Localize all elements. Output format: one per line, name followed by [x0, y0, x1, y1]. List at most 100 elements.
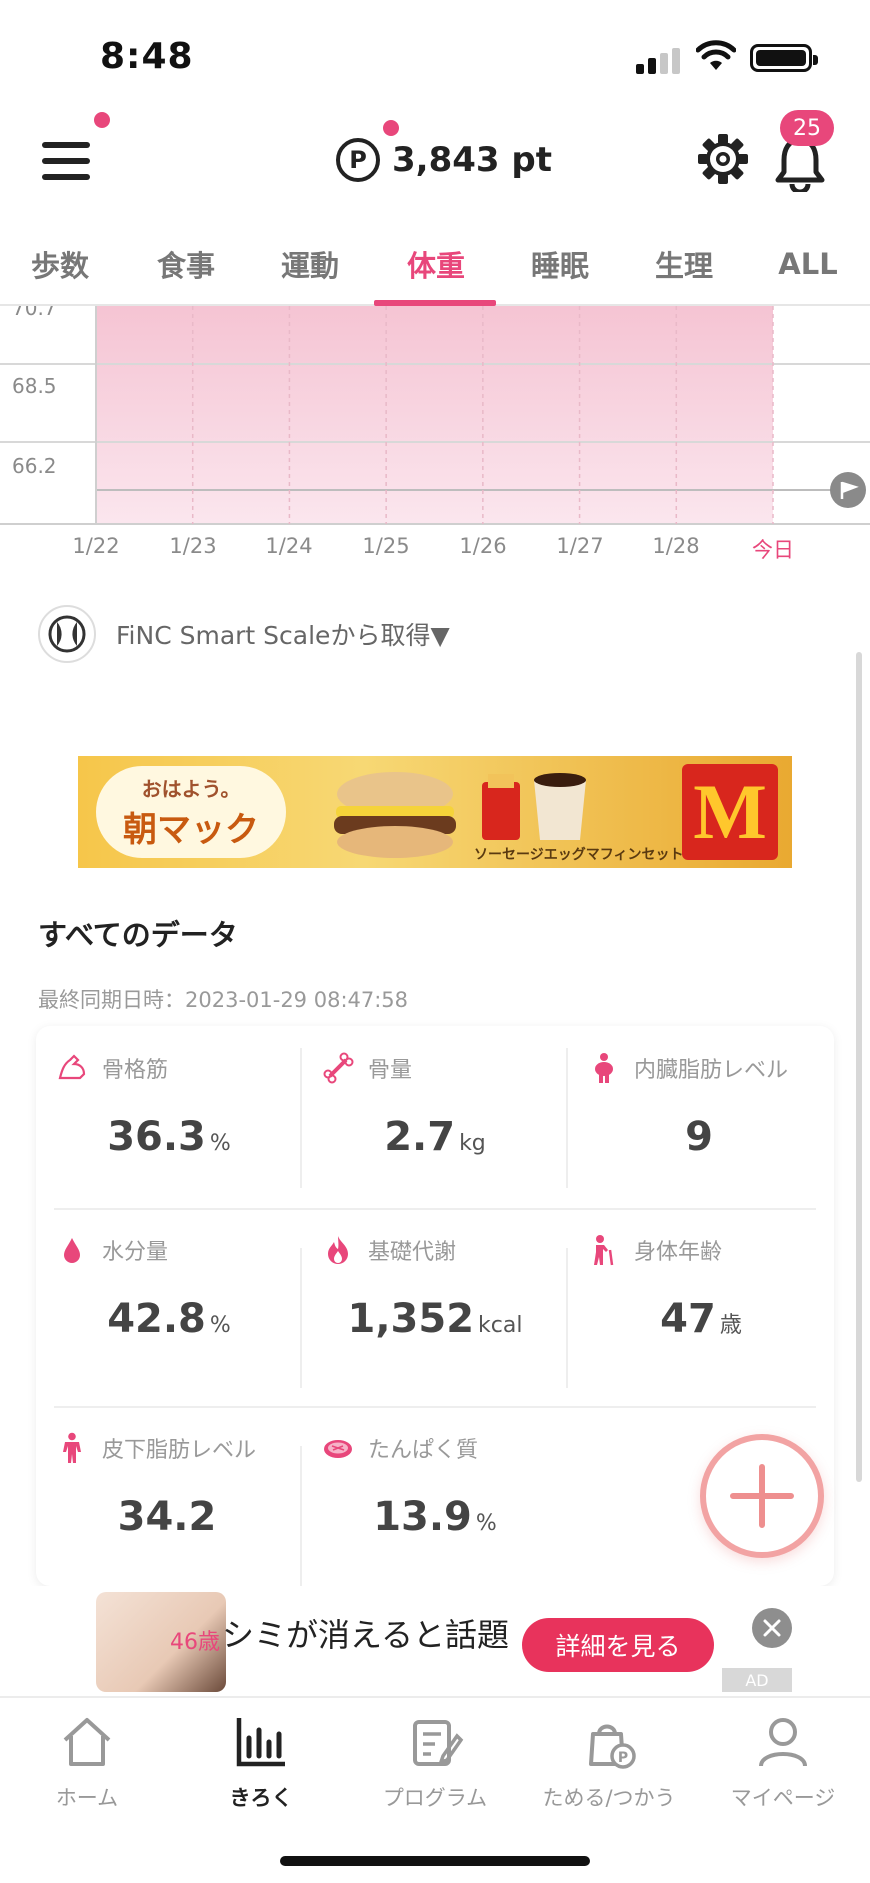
column-divider [300, 1248, 302, 1388]
nav-program[interactable]: プログラム [348, 1712, 522, 1822]
column-divider [566, 1248, 568, 1388]
gear-icon[interactable] [696, 132, 750, 186]
metric-label: 内臓脂肪レベル [634, 1058, 789, 1083]
y-tick-label: 68.5 [12, 374, 57, 398]
chart-highlight-area [96, 306, 773, 524]
data-source-selector[interactable]: FiNC Smart Scaleから取得▼ [38, 604, 450, 664]
column-divider [566, 1048, 568, 1188]
status-bar: 8:48 [0, 0, 870, 110]
nav-mypage[interactable]: マイページ [696, 1712, 870, 1822]
metric-body-age[interactable]: 身体年齢 47 歳 [568, 1208, 834, 1406]
ad-details-button[interactable]: 詳細を見る [522, 1618, 714, 1672]
chart-icon [236, 1718, 285, 1767]
ad-tag: AD [722, 1668, 792, 1692]
water-drop-icon [64, 1238, 80, 1263]
menu-notification-dot [94, 112, 110, 128]
ad-image: 46歳 [96, 1592, 226, 1692]
points-bag-icon: P [589, 1724, 636, 1769]
tab-period[interactable]: 生理 [622, 222, 746, 306]
goal-flag-icon [830, 472, 866, 508]
nav-label: マイページ [730, 1786, 836, 1810]
metric-value: 36.3 [107, 1114, 206, 1160]
ad-caption: ソーセージエッグマフィンセット [474, 847, 684, 863]
x-tick-label: 1/25 [362, 534, 410, 558]
metric-skeletal-muscle[interactable]: 骨格筋 36.3% [36, 1026, 302, 1224]
signal-icon [636, 48, 680, 74]
bone-icon [323, 1052, 354, 1084]
home-indicator [280, 1856, 590, 1866]
bottom-ad[interactable]: 46歳 シミが消えると話題 詳細を見る AD [0, 1586, 870, 1696]
tab-all[interactable]: ALL [746, 222, 870, 306]
steak-icon [324, 1440, 352, 1458]
metric-bmr[interactable]: 基礎代謝 1,352 kcal [302, 1208, 568, 1406]
ad-age-badge: 46歳 [170, 1630, 220, 1655]
section-title: すべてのデータ [38, 918, 238, 952]
notification-badge: 25 [780, 110, 834, 146]
metric-unit: 歳 [719, 1313, 742, 1338]
x-tick-label: 1/24 [265, 534, 313, 558]
metric-value: 42.8 [107, 1296, 206, 1342]
nav-label: きろく [229, 1786, 293, 1810]
metric-value: 47 [660, 1296, 716, 1342]
nav-label: ホーム [55, 1786, 119, 1810]
last-sync-time: 最終同期日時：2023-01-29 08:47:58 [38, 988, 409, 1012]
scrollbar[interactable] [856, 652, 862, 1482]
metric-label: 水分量 [102, 1240, 169, 1265]
metric-protein[interactable]: たんぱく質 13.9% [302, 1406, 568, 1604]
brand-logo: M [682, 764, 778, 860]
metric-label: 基礎代謝 [368, 1240, 457, 1265]
metric-label: 皮下脂肪レベル [102, 1438, 257, 1463]
tab-weight[interactable]: 体重 [374, 222, 498, 306]
program-icon [413, 1720, 464, 1766]
metric-value: 34.2 [117, 1494, 217, 1540]
nav-record[interactable]: きろく [174, 1712, 348, 1822]
column-divider [300, 1446, 302, 1586]
data-source-label: FiNC Smart Scaleから取得▼ [116, 621, 450, 650]
home-icon [63, 1718, 111, 1766]
person-icon [759, 1718, 807, 1767]
coffee-image [482, 773, 586, 840]
x-tick-label: 1/23 [169, 534, 217, 558]
tab-exercise[interactable]: 運動 [248, 222, 372, 306]
metric-subcutaneous-fat[interactable]: 皮下脂肪レベル 34.2 [36, 1406, 302, 1604]
visceral-fat-icon [595, 1053, 613, 1083]
tab-sleep[interactable]: 睡眠 [498, 222, 622, 306]
metric-label: 骨格筋 [102, 1058, 169, 1083]
x-tick-label: 1/27 [556, 534, 604, 558]
burger-image [334, 772, 456, 858]
tab-steps[interactable]: 歩数 [0, 222, 120, 306]
metric-value: 13.9 [373, 1494, 472, 1540]
points-value: 3,843 pt [392, 140, 552, 180]
x-tick-label: 1/28 [652, 534, 700, 558]
metric-label: 身体年齢 [634, 1240, 723, 1265]
flame-icon [328, 1236, 348, 1264]
metric-unit: kg [459, 1131, 486, 1156]
body-icon [63, 1432, 81, 1463]
metric-visceral-fat[interactable]: 内臓脂肪レベル 9 [568, 1026, 834, 1224]
category-tabs: 歩数 食事 運動 体重 睡眠 生理 ALL [0, 222, 870, 306]
ad-banner[interactable]: おはよう。 朝マック ソーセージエッグマフィンセット M [78, 756, 792, 868]
metric-value: 9 [685, 1114, 713, 1160]
ad-line-1: おはよう。 [141, 777, 241, 801]
close-icon [763, 1619, 781, 1637]
points-display[interactable]: P 3,843 pt [336, 132, 552, 188]
status-time: 8:48 [100, 36, 194, 77]
ad-headline: シミが消えると話題 [222, 1616, 510, 1654]
tab-meal[interactable]: 食事 [124, 222, 248, 306]
nav-home[interactable]: ホーム [0, 1712, 174, 1822]
ad-close-button[interactable] [752, 1608, 792, 1648]
metric-label: たんぱく質 [368, 1438, 479, 1463]
muscle-icon [58, 1054, 86, 1080]
metric-unit: % [209, 1313, 231, 1338]
y-tick-label: 66.2 [12, 454, 57, 478]
add-record-button[interactable] [700, 1434, 824, 1558]
ad-line-2: 朝マック [123, 810, 259, 850]
points-notification-dot [383, 120, 399, 136]
nav-points[interactable]: P ためる/つかう [522, 1712, 696, 1822]
weight-chart[interactable]: 70.7 68.5 66.2 1/22 1/23 1/24 1/25 1/26 … [0, 306, 870, 576]
metric-water[interactable]: 水分量 42.8% [36, 1208, 302, 1406]
metric-bone-mass[interactable]: 骨量 2.7 kg [302, 1026, 568, 1224]
menu-button[interactable] [38, 130, 98, 190]
smart-scale-icon [38, 605, 96, 663]
metric-unit: kcal [478, 1313, 523, 1338]
